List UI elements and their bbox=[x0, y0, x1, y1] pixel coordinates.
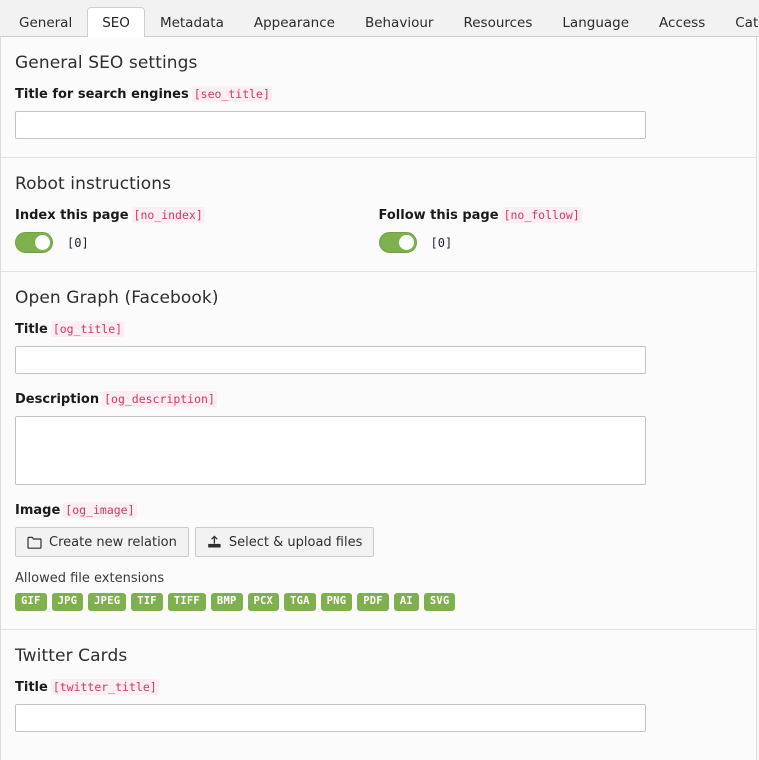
og-description-label-text: Description bbox=[15, 392, 100, 407]
og-image-buttons: Create new relation Select & upload file… bbox=[15, 527, 742, 557]
select-upload-files-label: Select & upload files bbox=[228, 534, 363, 550]
ext-badge-pcx: PCX bbox=[247, 593, 280, 611]
robot-follow-column: Follow this page [no_follow] [0] bbox=[378, 207, 743, 253]
follow-page-toggle[interactable] bbox=[378, 232, 417, 253]
tab-language-label: Language bbox=[562, 15, 630, 31]
index-page-value: [0] bbox=[67, 235, 89, 250]
tab-access-label: Access bbox=[659, 15, 706, 31]
select-upload-files-button[interactable]: Select & upload files bbox=[194, 527, 375, 557]
tab-access[interactable]: Access bbox=[644, 7, 720, 37]
follow-page-code-tag: [no_follow] bbox=[501, 207, 582, 223]
ext-badge-tga: TGA bbox=[284, 593, 316, 611]
index-page-label-text: Index this page bbox=[15, 208, 129, 223]
seo-settings-panel: General SEO settings Title for search en… bbox=[0, 37, 757, 760]
og-image-label: Image [og_image] bbox=[15, 502, 742, 518]
allowed-extensions-caption: Allowed file extensions bbox=[15, 571, 165, 586]
follow-page-toggle-line: [0] bbox=[378, 232, 743, 253]
ext-badge-bmp: BMP bbox=[210, 593, 243, 611]
general-seo-heading: General SEO settings bbox=[15, 53, 198, 73]
tab-resources[interactable]: Resources bbox=[448, 7, 547, 37]
section-robot-instructions: Robot instructions Index this page [no_in… bbox=[1, 158, 756, 272]
toggle-knob-icon bbox=[35, 235, 50, 250]
tab-categories[interactable]: Categories bbox=[720, 7, 759, 37]
tab-appearance-label: Appearance bbox=[253, 15, 335, 31]
create-new-relation-button[interactable]: Create new relation bbox=[15, 527, 189, 557]
index-page-toggle-line: [0] bbox=[15, 232, 379, 253]
robot-instructions-heading: Robot instructions bbox=[15, 174, 172, 194]
ext-badge-jpg: JPG bbox=[51, 593, 84, 611]
seo-title-code-tag: [seo_title] bbox=[191, 86, 272, 102]
robot-toggles-row: Index this page [no_index] [0] Follow thi… bbox=[15, 207, 743, 253]
og-description-textarea[interactable] bbox=[15, 416, 646, 485]
folder-icon bbox=[27, 535, 42, 550]
twitter-title-label: Title [twitter_title] bbox=[15, 678, 742, 695]
section-twitter-cards: Twitter Cards Title [twitter_title] bbox=[1, 629, 756, 750]
tab-seo[interactable]: SEO bbox=[87, 7, 145, 38]
og-image-label-text: Image bbox=[15, 503, 61, 518]
open-graph-heading: Open Graph (Facebook) bbox=[15, 288, 219, 308]
tab-language[interactable]: Language bbox=[547, 7, 644, 37]
tab-bar: General SEO Metadata Appearance Behaviou… bbox=[0, 0, 759, 38]
tab-seo-label: SEO bbox=[102, 15, 130, 31]
tab-appearance[interactable]: Appearance bbox=[239, 7, 350, 37]
og-description-label: Description [og_description] bbox=[15, 391, 742, 407]
tab-metadata-label: Metadata bbox=[159, 15, 224, 31]
ext-badge-png: PNG bbox=[320, 593, 353, 611]
ext-badge-jpeg: JPEG bbox=[88, 593, 127, 611]
follow-page-value: [0] bbox=[430, 235, 453, 250]
seo-title-label-text: Title for search engines bbox=[15, 87, 189, 102]
ext-badge-ai: AI bbox=[393, 593, 419, 611]
ext-badge-svg: SVG bbox=[423, 593, 456, 611]
og-image-code-tag: [og_image] bbox=[63, 502, 137, 518]
upload-icon bbox=[207, 535, 222, 550]
follow-page-label: Follow this page [no_follow] bbox=[378, 207, 743, 223]
tab-general-label: General bbox=[19, 15, 73, 31]
toggle-knob-icon bbox=[398, 235, 414, 250]
twitter-title-label-text: Title bbox=[15, 679, 48, 695]
robot-index-column: Index this page [no_index] [0] bbox=[15, 207, 379, 253]
create-new-relation-label: Create new relation bbox=[49, 534, 177, 550]
ext-badge-tiff: TIFF bbox=[167, 593, 206, 611]
index-page-code-tag: [no_index] bbox=[131, 207, 205, 223]
seo-title-input[interactable] bbox=[15, 111, 646, 139]
tab-resources-label: Resources bbox=[463, 15, 533, 31]
twitter-title-input[interactable] bbox=[15, 703, 646, 732]
seo-title-label: Title for search engines [seo_title] bbox=[15, 86, 742, 102]
allowed-extensions-list: GIF JPG JPEG TIF TIFF BMP PCX TGA PNG PD… bbox=[15, 593, 742, 611]
tab-behaviour[interactable]: Behaviour bbox=[350, 7, 449, 37]
ext-badge-pdf: PDF bbox=[357, 593, 389, 611]
ext-badge-gif: GIF bbox=[15, 593, 47, 611]
section-open-graph: Open Graph (Facebook) Title [og_title] De… bbox=[1, 272, 756, 630]
og-description-code-tag: [og_description] bbox=[102, 391, 217, 407]
twitter-title-code-tag: [twitter_title] bbox=[50, 678, 159, 695]
section-general-seo: General SEO settings Title for search en… bbox=[1, 37, 756, 158]
index-page-label: Index this page [no_index] bbox=[15, 207, 379, 223]
tab-categories-label: Categories bbox=[735, 15, 759, 31]
og-title-label: Title [og_title] bbox=[15, 321, 742, 337]
tab-behaviour-label: Behaviour bbox=[364, 15, 434, 31]
og-title-input[interactable] bbox=[15, 346, 646, 374]
index-page-toggle[interactable] bbox=[15, 232, 53, 253]
tab-general[interactable]: General bbox=[4, 7, 87, 37]
tab-metadata[interactable]: Metadata bbox=[145, 7, 239, 37]
og-title-code-tag: [og_title] bbox=[50, 321, 125, 337]
ext-badge-tif: TIF bbox=[131, 593, 163, 611]
twitter-cards-heading: Twitter Cards bbox=[15, 645, 128, 666]
og-title-label-text: Title bbox=[15, 322, 48, 337]
follow-page-label-text: Follow this page bbox=[378, 208, 499, 223]
